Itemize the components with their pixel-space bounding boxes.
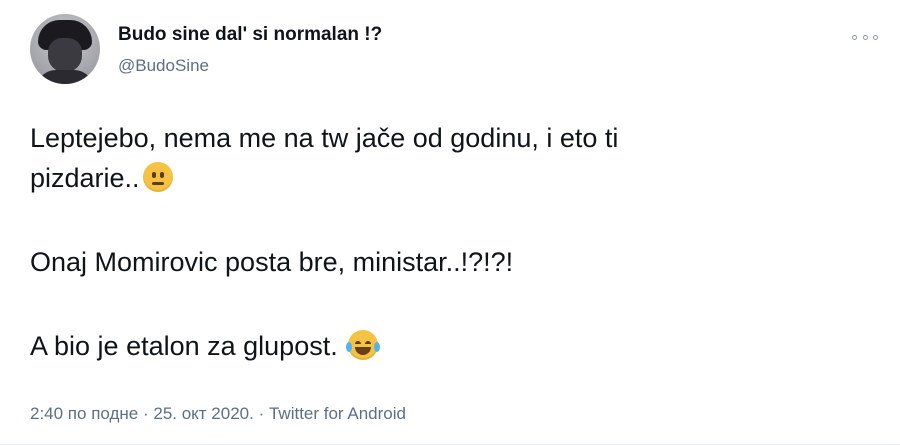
tweet-source[interactable]: Twitter for Android [269,404,406,423]
meta-separator: · [253,404,269,423]
display-name[interactable]: Budo sine dal' si normalan !? [118,24,382,46]
meta-separator: · [138,404,154,423]
dot-icon [852,34,857,40]
tears-of-joy-icon [346,330,381,360]
tweet-paragraph: Onaj Momirovic posta bre, ministar..!?!?… [30,242,880,282]
tweet-line: Onaj Momirovic posta bre, ministar..!?!?… [30,247,514,277]
tweet-card: Budo sine dal' si normalan !? @BudoSine … [0,0,900,445]
tweet-time[interactable]: 2:40 по подне [30,404,138,423]
tweet-paragraph: A bio je etalon za glupost. [30,326,880,366]
tweet-date[interactable]: 25. окт 2020. [153,404,254,423]
tweet-meta: 2:40 по подне · 25. окт 2020. · Twitter … [30,404,406,424]
tweet-line: A bio je etalon za glupost. [30,331,338,361]
avatar[interactable] [30,14,100,84]
tweet-text: Leptejebo, nema me na tw jače od godinu,… [30,118,880,366]
more-options-icon[interactable] [852,30,878,44]
user-handle[interactable]: @BudoSine [118,56,209,76]
dot-icon [862,34,868,40]
avatar-shirt [36,70,94,84]
tweet-line: Leptejebo, nema me na tw jače od godinu,… [30,123,619,153]
tweet-paragraph: Leptejebo, nema me na tw jače od godinu,… [30,118,880,198]
dot-icon [873,34,878,40]
tweet-line: pizdarie.. [30,163,140,193]
avatar-face [48,38,82,72]
neutral-face-icon [142,162,173,192]
